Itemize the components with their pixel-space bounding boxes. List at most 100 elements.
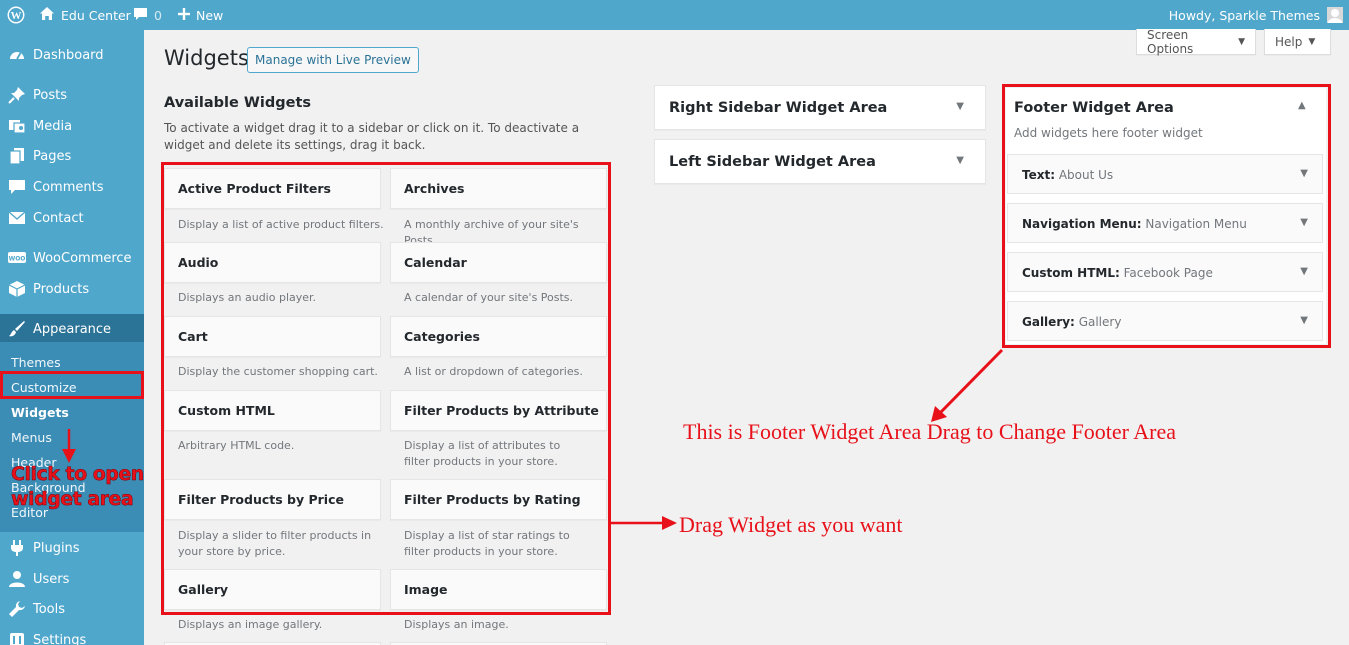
- widget-description: Displays an image gallery.: [178, 618, 323, 631]
- new-content-link[interactable]: New: [178, 0, 223, 30]
- menu-item-appearance[interactable]: Appearance: [0, 314, 144, 344]
- manage-live-preview-button[interactable]: Manage with Live Preview: [247, 47, 419, 73]
- widget-description: A calendar of your site's Posts.: [404, 291, 574, 304]
- available-widgets-description: To activate a widget drag it to a sideba…: [164, 121, 580, 152]
- menu-item-plugins[interactable]: Plugins: [0, 533, 144, 563]
- plug-icon: [8, 539, 26, 557]
- widget-gallery[interactable]: Gallery: [164, 569, 381, 610]
- site-name: Edu Center: [61, 7, 131, 23]
- menu-label-comments: Comments: [33, 179, 104, 195]
- menu-item-pages[interactable]: Pages: [0, 141, 144, 171]
- menu-label-contact: Contact: [33, 210, 84, 226]
- comments-icon: [8, 178, 26, 196]
- widget-calendar[interactable]: Calendar: [390, 242, 607, 283]
- admin-bar: W Edu Center 0 New Howdy, Sparkle Themes: [0, 0, 1349, 30]
- menu-item-comments[interactable]: Comments: [0, 172, 144, 202]
- paintbrush-icon: [8, 320, 26, 338]
- menu-label-dashboard: Dashboard: [33, 47, 104, 63]
- submenu-widgets[interactable]: Widgets: [11, 403, 69, 423]
- comments-link[interactable]: 0: [133, 0, 162, 30]
- arrow-to-footer-area: [931, 348, 1004, 422]
- widget-image[interactable]: Image: [390, 569, 607, 610]
- new-label: New: [196, 7, 224, 23]
- admin-menu: Dashboard Posts Media Pages Comments Con…: [0, 30, 144, 645]
- menu-item-settings[interactable]: Settings: [0, 625, 144, 645]
- comments-count: 0: [154, 7, 162, 23]
- menu-item-contact[interactable]: Contact: [0, 203, 144, 233]
- menu-item-users[interactable]: Users: [0, 564, 144, 594]
- submenu-themes[interactable]: Themes: [11, 353, 61, 373]
- menu-label-pages: Pages: [33, 148, 72, 164]
- widget-cart[interactable]: Cart: [164, 316, 381, 357]
- menu-label-settings: Settings: [33, 632, 87, 645]
- dashboard-gauge-icon: [8, 46, 26, 64]
- comment-bubble-icon: [133, 7, 148, 24]
- widget-archives[interactable]: Archives: [390, 168, 607, 209]
- pages-icon: [8, 147, 26, 165]
- help-label: Help: [1275, 34, 1303, 49]
- products-box-icon: [8, 280, 26, 298]
- menu-label-woocommerce: WooCommerce: [33, 250, 132, 266]
- screen-options-button[interactable]: Screen Options ▼: [1136, 27, 1256, 56]
- widget-description: Display a slider to filter products in y…: [178, 529, 372, 558]
- widget-description: Display the customer shopping cart.: [178, 365, 378, 378]
- widget-categories[interactable]: Categories: [390, 316, 607, 357]
- menu-item-dashboard[interactable]: Dashboard: [0, 40, 144, 70]
- menu-item-tools[interactable]: Tools: [0, 594, 144, 624]
- left-sidebar-title: Left Sidebar Widget Area: [669, 153, 876, 170]
- right-sidebar-widget-area[interactable]: Right Sidebar Widget Area ▼: [654, 85, 986, 130]
- pushpin-icon: [8, 86, 26, 104]
- howdy-text: Howdy, Sparkle Themes: [1168, 7, 1320, 23]
- settings-icon: [8, 631, 26, 645]
- widget-filter-by-price[interactable]: Filter Products by Price: [164, 479, 381, 520]
- widget-custom-html[interactable]: Custom HTML: [164, 390, 381, 431]
- widget-description: Display a list of star ratings to filter…: [404, 529, 570, 558]
- widget-active-product-filters[interactable]: Active Product Filters: [164, 168, 381, 209]
- click-widgets-annotation: Click to open widget area: [11, 463, 145, 511]
- toggle-down-icon[interactable]: ▼: [956, 101, 964, 112]
- help-button[interactable]: Help ▼: [1264, 29, 1331, 55]
- submenu-menus[interactable]: Menus: [11, 428, 52, 448]
- envelope-icon: [8, 209, 26, 227]
- drag-widget-annotation: Drag Widget as you want: [679, 512, 903, 537]
- account-menu[interactable]: Howdy, Sparkle Themes: [1169, 0, 1343, 30]
- wrench-icon: [8, 600, 26, 618]
- menu-label-tools: Tools: [33, 601, 66, 617]
- menu-item-products[interactable]: Products: [0, 274, 144, 304]
- menu-item-posts[interactable]: Posts: [0, 80, 144, 110]
- woocommerce-icon: WOO: [8, 249, 26, 267]
- page-title: Widgets: [164, 46, 249, 70]
- avatar: [1327, 7, 1343, 23]
- footer-area-annotation: This is Footer Widget Area Drag to Chang…: [683, 419, 1176, 444]
- menu-label-users: Users: [33, 571, 70, 587]
- widget-description: Displays an image.: [404, 618, 509, 631]
- menu-label-products: Products: [33, 281, 90, 297]
- screen-options-label: Screen Options: [1147, 27, 1194, 56]
- footer-area-highlight: [1002, 84, 1331, 348]
- wordpress-logo-icon[interactable]: W: [7, 0, 25, 30]
- woo-badge-text: WOO: [9, 256, 26, 263]
- widget-description: Display a list of attributes to filter p…: [404, 439, 561, 468]
- svg-text:W: W: [11, 10, 22, 22]
- caret-down-icon: ▼: [1308, 36, 1316, 47]
- menu-label-appearance: Appearance: [33, 321, 112, 337]
- widget-description: Arbitrary HTML code.: [178, 439, 295, 452]
- user-icon: [8, 570, 26, 588]
- widgets-menu-highlight: [0, 371, 144, 399]
- left-sidebar-widget-area[interactable]: Left Sidebar Widget Area ▼: [654, 139, 986, 184]
- right-sidebar-title: Right Sidebar Widget Area: [669, 99, 888, 116]
- menu-item-media[interactable]: Media: [0, 111, 144, 141]
- media-icon: [8, 117, 26, 135]
- widget-filter-by-rating[interactable]: Filter Products by Rating: [390, 479, 607, 520]
- widget-description: Display a list of active product filters…: [178, 218, 384, 231]
- available-widgets-heading: Available Widgets: [164, 95, 312, 111]
- plus-icon: [178, 7, 190, 23]
- widget-audio[interactable]: Audio: [164, 242, 381, 283]
- site-name-link[interactable]: Edu Center: [39, 0, 131, 30]
- widget-description: A list or dropdown of categories.: [404, 365, 583, 378]
- caret-down-icon: ▼: [1238, 36, 1245, 47]
- menu-item-woocommerce[interactable]: WOO WooCommerce: [0, 243, 144, 273]
- toggle-down-icon[interactable]: ▼: [956, 155, 964, 166]
- arrow-drag-widget: [611, 516, 677, 530]
- widget-filter-by-attribute[interactable]: Filter Products by Attribute: [390, 390, 607, 431]
